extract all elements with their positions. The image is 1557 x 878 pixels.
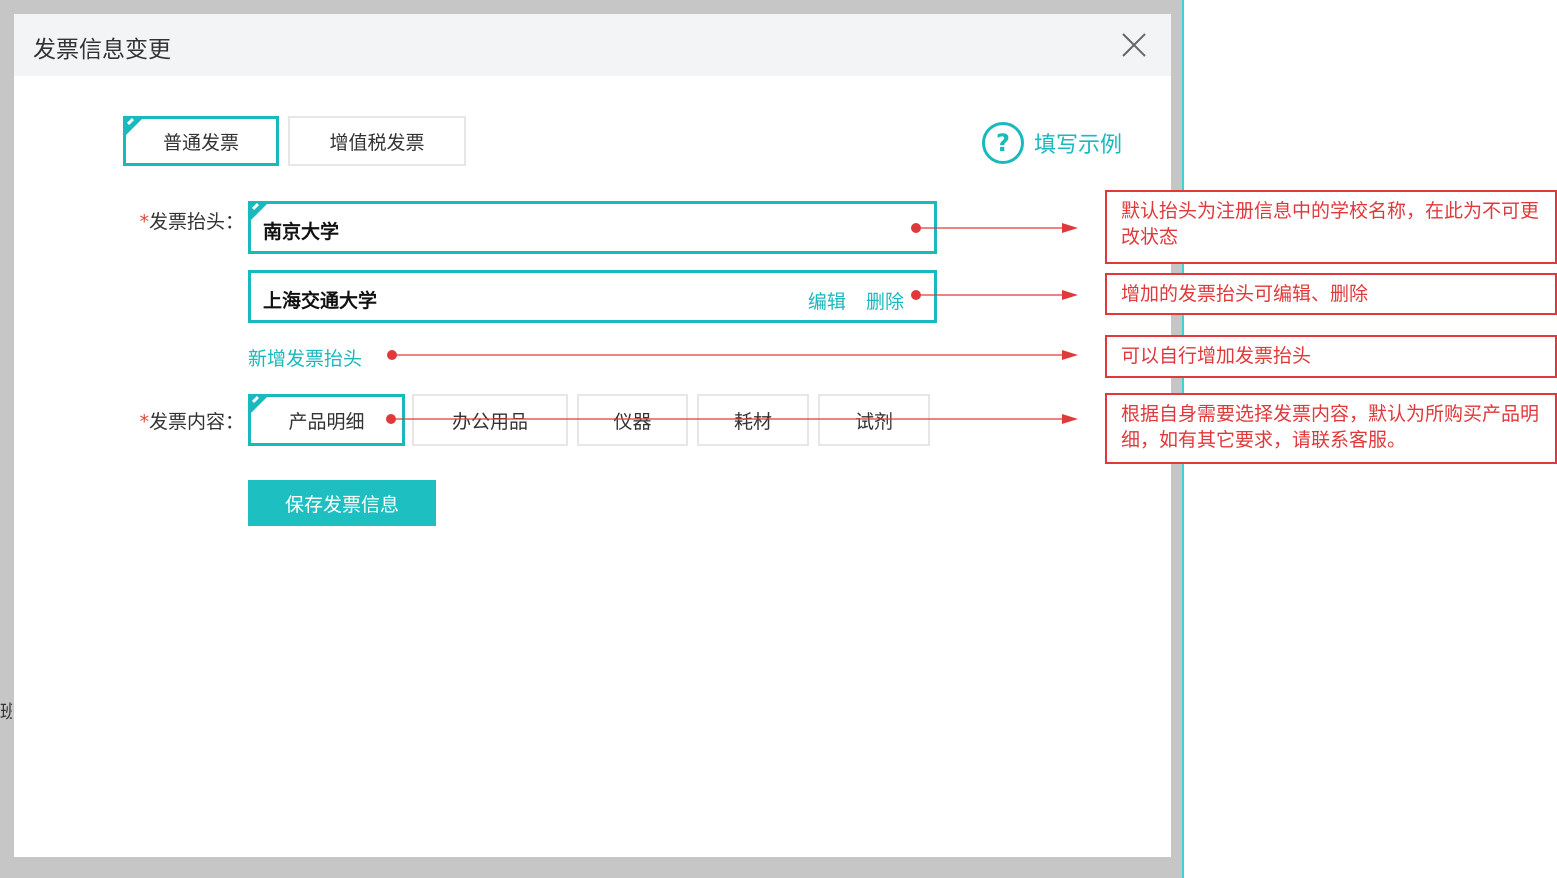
annotation-arrowhead [1062,223,1078,233]
annotation-note: 默认抬头为注册信息中的学校名称，在此为不可更改状态 [1105,190,1557,264]
annotation-arrowhead [1062,290,1078,300]
annotation-arrowhead [1062,350,1078,360]
annotation-arrowhead [1062,414,1078,424]
annotation-note: 根据自身需要选择发票内容，默认为所购买产品明细，如有其它要求，请联系客服。 [1105,393,1557,464]
annotation-note: 可以自行增加发票抬头 [1105,335,1557,378]
annotation-note: 增加的发票抬头可编辑、删除 [1105,273,1557,315]
